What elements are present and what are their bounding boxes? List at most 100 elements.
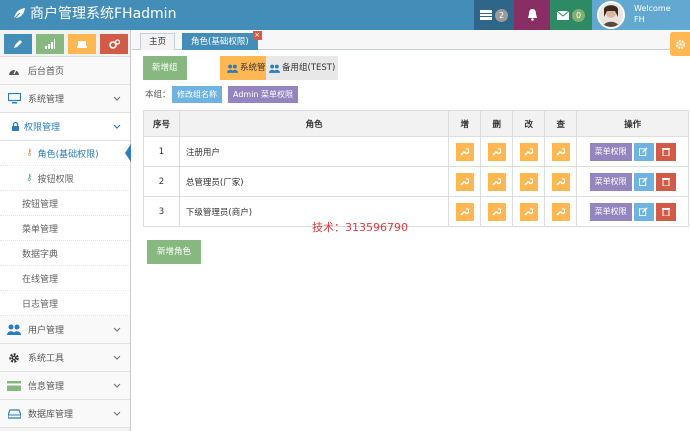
- mail-count-badge: 0: [572, 8, 585, 22]
- row-index: 1: [143, 136, 180, 167]
- cell-actions: 菜单权限: [576, 166, 689, 197]
- sidebar-item-label: 系统工具: [28, 354, 65, 364]
- users-icon: [77, 41, 87, 48]
- edit-button[interactable]: [633, 172, 654, 191]
- sidebar-item-online[interactable]: 在线管理: [0, 266, 130, 291]
- wrench-icon[interactable]: [455, 142, 474, 161]
- wrench-icon[interactable]: [519, 142, 538, 161]
- shortcut-cogs[interactable]: [100, 34, 128, 54]
- edit-icon: [639, 177, 648, 186]
- wrench-icon[interactable]: [551, 202, 570, 221]
- sidebar-item-button-permission[interactable]: ⚷ 按钮权限: [0, 166, 130, 191]
- tab-close-icon[interactable]: ×: [252, 31, 262, 40]
- delete-button[interactable]: [655, 172, 676, 191]
- header-edit: 改: [512, 110, 546, 137]
- menu-permission-button[interactable]: 菜单权限: [589, 142, 632, 161]
- cell-delete: [480, 166, 514, 197]
- active-indicator: [125, 144, 131, 162]
- signal-icon: [45, 39, 55, 49]
- roles-table: 序号 角色 增 删 改 查 操作 1 注册用户 菜单权限 2 总管理员(厂家) …: [143, 110, 689, 227]
- gear-icon: [675, 39, 685, 49]
- users-icon: [6, 322, 22, 338]
- add-role-button[interactable]: 新增角色: [147, 240, 202, 264]
- sidebar-item-label: 在线管理: [22, 274, 59, 285]
- tasks-icon: [480, 10, 492, 20]
- shortcut-pencil[interactable]: [4, 34, 32, 54]
- cell-edit: [512, 196, 546, 227]
- header-actions: 操作: [576, 110, 689, 137]
- edit-button[interactable]: [633, 142, 654, 161]
- chevron-down-icon: [113, 411, 121, 416]
- tab-label: 主页: [149, 37, 167, 47]
- edit-icon: [639, 207, 648, 216]
- brand[interactable]: 商户管理系统FHadmin: [12, 4, 176, 24]
- sidebar-item-tools[interactable]: 系统工具: [0, 344, 130, 372]
- group-backup-label: 备用组(TEST): [282, 63, 336, 73]
- add-group-button[interactable]: 新增组: [143, 56, 187, 80]
- group-backup-button[interactable]: 备用组(TEST): [266, 56, 339, 80]
- lock-icon: [10, 119, 20, 135]
- wrench-icon[interactable]: [487, 202, 506, 221]
- wrench-icon[interactable]: [487, 172, 506, 191]
- sidebar-item-permissions[interactable]: 权限管理: [0, 113, 130, 141]
- hdd-icon: [6, 406, 22, 422]
- user-photo-icon: [599, 3, 623, 27]
- menu-permission-button[interactable]: 菜单权限: [589, 202, 632, 221]
- tab-label: 角色(基础权限): [191, 37, 249, 47]
- navbar: 商户管理系统FHadmin 2 0 Welcome FH: [0, 0, 690, 30]
- edit-button[interactable]: [633, 202, 654, 221]
- settings-toggle[interactable]: [670, 32, 690, 56]
- cell-delete: [480, 196, 514, 227]
- wrench-icon[interactable]: [519, 172, 538, 191]
- sidebar-item-info[interactable]: 信息管理: [0, 372, 130, 400]
- cell-add: [448, 166, 482, 197]
- sidebar-item-button-manage[interactable]: 按钮管理: [0, 191, 130, 216]
- pencil-icon: [14, 40, 22, 48]
- add-group-label: 新增组: [152, 63, 178, 73]
- tab-home[interactable]: 主页: [140, 33, 176, 50]
- edit-icon: [639, 147, 648, 156]
- header-query: 查: [544, 110, 578, 137]
- sidebar-item-role-basic[interactable]: ⚷ 角色(基础权限): [0, 141, 131, 166]
- sidebar-item-label: 按钮权限: [37, 174, 74, 185]
- sidebar-item-menu-manage[interactable]: 菜单管理: [0, 216, 130, 241]
- mail-button[interactable]: 0: [550, 0, 592, 30]
- main-content: 主页 角色(基础权限) × 新增组 系统管理组 备用组(TEST) 本组： 修改…: [132, 30, 690, 431]
- sidebar-item-label: 菜单管理: [22, 224, 59, 235]
- sidebar-item-database[interactable]: 数据库管理: [0, 400, 130, 428]
- wrench-icon[interactable]: [455, 202, 474, 221]
- users-icon: [227, 64, 238, 73]
- messages-button[interactable]: 2: [474, 0, 514, 30]
- sidebar-item-system[interactable]: 系统管理: [0, 85, 130, 113]
- sidebar-item-dictionary[interactable]: 数据字典: [0, 241, 130, 266]
- menu-permission-button[interactable]: 菜单权限: [589, 172, 632, 191]
- cell-delete: [480, 136, 514, 167]
- wrench-icon[interactable]: [455, 172, 474, 191]
- sidebar-item-logs[interactable]: 日志管理: [0, 291, 130, 316]
- rename-group-button[interactable]: 修改组名称: [172, 86, 222, 103]
- desktop-icon: [6, 91, 22, 107]
- table-row: 3 下级管理员(商户) 菜单权限: [143, 196, 689, 227]
- row-role: 总管理员(厂家): [178, 166, 450, 197]
- wrench-icon[interactable]: [551, 172, 570, 191]
- sidebar: 后台首页 系统管理 权限管理 ⚷ 角色(基础权限) ⚷ 按钮权限 按钮管理 菜单…: [0, 30, 131, 431]
- user-menu[interactable]: Welcome FH: [592, 0, 690, 30]
- shortcut-signal[interactable]: [36, 34, 64, 54]
- wrench-icon[interactable]: [519, 202, 538, 221]
- user-name: FH: [634, 15, 645, 24]
- wrench-icon[interactable]: [551, 142, 570, 161]
- wrench-icon[interactable]: [487, 142, 506, 161]
- sidebar-item-users[interactable]: 用户管理: [0, 316, 130, 344]
- watermark-text: 技术：313596790: [312, 221, 408, 234]
- header-role: 角色: [178, 110, 450, 137]
- sidebar-item-home[interactable]: 后台首页: [0, 57, 130, 85]
- shortcut-users[interactable]: [68, 34, 96, 54]
- notifications-button[interactable]: [514, 0, 550, 30]
- row-index: 2: [143, 166, 180, 197]
- trash-icon: [661, 148, 670, 156]
- cell-query: [544, 136, 578, 167]
- delete-button[interactable]: [655, 202, 676, 221]
- delete-button[interactable]: [655, 142, 676, 161]
- tab-role-basic[interactable]: 角色(基础权限) ×: [182, 31, 262, 50]
- admin-menu-permission-button[interactable]: Admin 菜单权限: [228, 86, 299, 103]
